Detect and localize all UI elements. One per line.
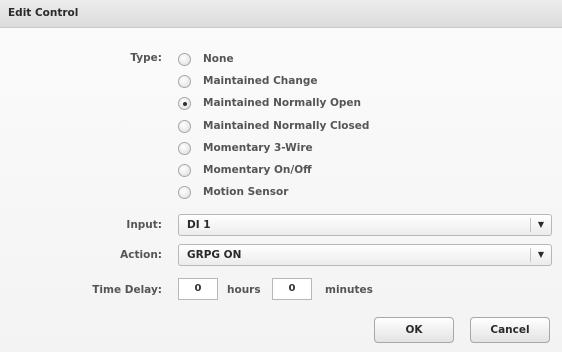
- radio-icon[interactable]: [178, 53, 191, 66]
- select-divider: [530, 248, 531, 262]
- radio-icon[interactable]: [178, 97, 191, 110]
- chevron-down-icon[interactable]: ▼: [537, 220, 545, 230]
- hours-input[interactable]: 0: [178, 278, 218, 300]
- input-select[interactable]: DI 1 ▼: [178, 214, 552, 236]
- type-label: Type:: [130, 52, 162, 64]
- radio-icon[interactable]: [178, 186, 191, 199]
- radio-icon[interactable]: [178, 164, 191, 177]
- radio-label[interactable]: Maintained Normally Closed: [203, 120, 369, 132]
- action-select-value: GRPG ON: [187, 249, 242, 261]
- chevron-down-icon[interactable]: ▼: [537, 250, 545, 260]
- radio-label[interactable]: Momentary 3-Wire: [203, 142, 313, 154]
- radio-label[interactable]: None: [203, 53, 234, 65]
- radio-label[interactable]: Maintained Normally Open: [203, 97, 361, 109]
- radio-label[interactable]: Maintained Change: [203, 75, 317, 87]
- dialog-title: Edit Control: [8, 7, 79, 19]
- select-divider: [530, 218, 531, 232]
- radio-label[interactable]: Motion Sensor: [203, 186, 288, 198]
- radio-icon[interactable]: [178, 142, 191, 155]
- edit-control-dialog: Edit Control Type: None Maintained Chang…: [0, 0, 562, 352]
- radio-icon[interactable]: [178, 75, 191, 88]
- radio-label[interactable]: Momentary On/Off: [203, 164, 312, 176]
- minutes-input[interactable]: 0: [272, 278, 312, 300]
- time-delay-label: Time Delay:: [92, 284, 162, 296]
- form-body: Type: None Maintained Change Maintained …: [0, 28, 562, 352]
- input-select-value: DI 1: [187, 219, 211, 231]
- radio-icon[interactable]: [178, 120, 191, 133]
- ok-button[interactable]: OK: [374, 317, 454, 343]
- hours-label: hours: [227, 284, 261, 296]
- action-select[interactable]: GRPG ON ▼: [178, 244, 552, 266]
- action-label: Action:: [120, 249, 162, 261]
- input-label: Input:: [126, 219, 162, 231]
- dialog-title-bar[interactable]: Edit Control: [0, 0, 562, 28]
- cancel-button[interactable]: Cancel: [470, 317, 550, 343]
- minutes-label: minutes: [325, 284, 373, 296]
